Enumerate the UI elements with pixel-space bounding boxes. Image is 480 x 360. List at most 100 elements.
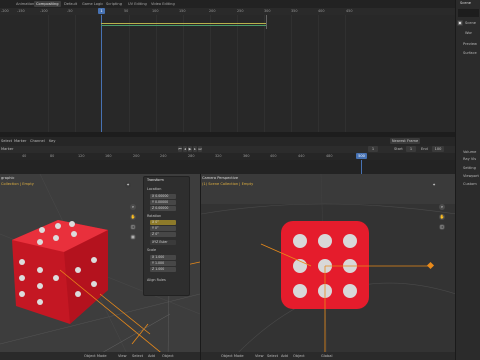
ruler-tick: 200: [209, 9, 216, 13]
menu-add[interactable]: Add: [281, 353, 288, 359]
tab-uv-editing[interactable]: UV Editing: [126, 1, 149, 7]
menu-object[interactable]: Object: [162, 353, 174, 359]
menu-marker[interactable]: Marker: [14, 138, 26, 144]
ruler-tick: 320: [215, 154, 222, 158]
ruler-tick: 200: [133, 154, 140, 158]
ruler-tick: 120: [78, 154, 85, 158]
tab-scripting[interactable]: Scripting: [104, 1, 124, 7]
snap-dropdown[interactable]: Nearest Frame: [390, 138, 420, 144]
camera-icon[interactable]: ◫: [439, 224, 445, 230]
menu-view[interactable]: View: [255, 353, 264, 359]
orientation-dropdown[interactable]: Global: [321, 353, 332, 359]
ruler-tick: 80: [50, 154, 55, 158]
viewport-right-collection: (1) Scene Collection | Empty: [202, 182, 254, 186]
menu-view[interactable]: View: [118, 353, 127, 359]
ruler-tick: 150: [179, 9, 186, 13]
ruler-tick: -150: [17, 9, 25, 13]
ruler-tick: 250: [237, 9, 244, 13]
next-key-icon[interactable]: ▸: [193, 146, 197, 152]
tab-game-logic[interactable]: Game Logic: [80, 1, 105, 7]
menu-select[interactable]: Select: [1, 138, 12, 144]
tab-video-editing[interactable]: Video Editing: [149, 1, 177, 7]
ruler-tick: 450: [346, 9, 353, 13]
zoom-icon[interactable]: ⌕: [130, 204, 136, 210]
props-item: Scene: [465, 21, 476, 25]
menu-key[interactable]: Key: [49, 138, 56, 144]
location-y-field[interactable]: Y 0.00000: [150, 200, 176, 205]
timeline-playhead[interactable]: 500: [356, 153, 367, 159]
viewport-right[interactable]: Camera Perspective (1) Scene Collection …: [200, 174, 455, 360]
viewport-right-header: Object Mode View Select Add Object Globa…: [201, 352, 455, 360]
tool-icon[interactable]: ▣: [457, 20, 463, 26]
location-z-field[interactable]: Z 0.00000: [150, 206, 176, 211]
viewport-right-canvas: [201, 174, 455, 360]
ruler-tick: 100: [152, 9, 159, 13]
grid-icon[interactable]: ▦: [130, 234, 136, 240]
rotation-x-field[interactable]: X 0°: [150, 220, 176, 225]
ruler-tick: 400: [270, 154, 277, 158]
object-mode-dropdown[interactable]: Object Mode: [221, 353, 244, 359]
ruler-tick: 50: [124, 9, 129, 13]
camera-icon[interactable]: ◫: [130, 224, 136, 230]
ruler-tick: 300: [264, 9, 271, 13]
menu-channel[interactable]: Channel: [30, 138, 45, 144]
ruler-tick: 350: [291, 9, 298, 13]
navigation-gizmo-icon[interactable]: ✦: [431, 182, 437, 188]
ruler-tick: 400: [318, 9, 325, 13]
props-panel-preview[interactable]: Preview: [463, 42, 477, 46]
marker-mode[interactable]: Marker: [1, 146, 13, 152]
scale-x-field[interactable]: X 1.000: [150, 255, 176, 260]
scale-z-field[interactable]: Z 1.000: [150, 267, 176, 272]
ruler-tick: -50: [67, 9, 73, 13]
navigation-gizmo-icon[interactable]: ✦: [125, 182, 131, 188]
jump-end-icon[interactable]: ⏭: [198, 146, 202, 152]
props-panel-settings[interactable]: Setting: [463, 166, 476, 170]
scale-y-field[interactable]: Y 1.000: [150, 261, 176, 266]
props-panel-volume[interactable]: Volume: [463, 150, 476, 154]
current-frame-indicator[interactable]: 1: [98, 8, 105, 14]
props-panel-custom[interactable]: Custom: [463, 182, 477, 186]
playhead-line: [101, 15, 102, 132]
jump-start-icon[interactable]: ⏮: [178, 146, 182, 152]
props-panel-ray-visibility[interactable]: Ray Vis: [463, 157, 476, 161]
ruler-tick: 480: [326, 154, 333, 158]
curve-green: [101, 25, 266, 26]
props-panel-viewport[interactable]: Viewport: [463, 174, 479, 178]
rotation-z-field[interactable]: Z 0°: [150, 232, 176, 237]
ruler-tick: 280: [188, 154, 195, 158]
rotation-mode-dropdown[interactable]: XYZ Euler: [150, 240, 176, 245]
props-item: Wor: [465, 31, 473, 35]
viewport-left-collection: Collection | Empty: [1, 182, 34, 186]
menu-select[interactable]: Select: [267, 353, 278, 359]
pan-hand-icon[interactable]: ✋: [439, 214, 445, 220]
props-header: [458, 9, 479, 17]
graph-ruler[interactable]: -200 -150 -100 -50 1 50 100 150 200 250 …: [0, 8, 455, 15]
menu-object[interactable]: Object: [293, 353, 305, 359]
scene-selector[interactable]: Scene: [460, 1, 471, 5]
play-icon[interactable]: ▶: [188, 146, 192, 152]
timeline-body[interactable]: [0, 160, 455, 174]
menu-select[interactable]: Select: [132, 353, 143, 359]
location-x-field[interactable]: X 0.00000: [150, 194, 176, 199]
transform-header[interactable]: Transform: [147, 178, 164, 182]
zoom-icon[interactable]: ⌕: [439, 204, 445, 210]
pan-hand-icon[interactable]: ✋: [130, 214, 136, 220]
start-label: Start: [394, 147, 403, 151]
prev-key-icon[interactable]: ◂: [183, 146, 187, 152]
menu-add[interactable]: Add: [148, 353, 155, 359]
ruler-tick: 440: [298, 154, 305, 158]
location-label: Location: [147, 187, 162, 191]
timeline-ruler[interactable]: 40 80 120 160 200 240 280 320 360 400 44…: [0, 153, 455, 160]
current-frame-field[interactable]: 1: [368, 146, 378, 152]
tab-default[interactable]: Default: [62, 1, 79, 7]
start-field[interactable]: 1: [406, 146, 416, 152]
rotation-y-field[interactable]: Y 0°: [150, 226, 176, 231]
props-panel-surface[interactable]: Surface: [463, 51, 477, 55]
tab-animation[interactable]: Animation: [14, 1, 36, 7]
object-mode-dropdown[interactable]: Object Mode: [84, 353, 107, 359]
tab-compositing[interactable]: Compositing: [34, 1, 61, 7]
end-field[interactable]: 100: [432, 146, 444, 152]
align-rules-panel[interactable]: Align Rules: [147, 278, 166, 282]
workspace-bar: Animation Compositing Default Game Logic…: [0, 0, 480, 8]
graph-editor[interactable]: [0, 15, 455, 132]
